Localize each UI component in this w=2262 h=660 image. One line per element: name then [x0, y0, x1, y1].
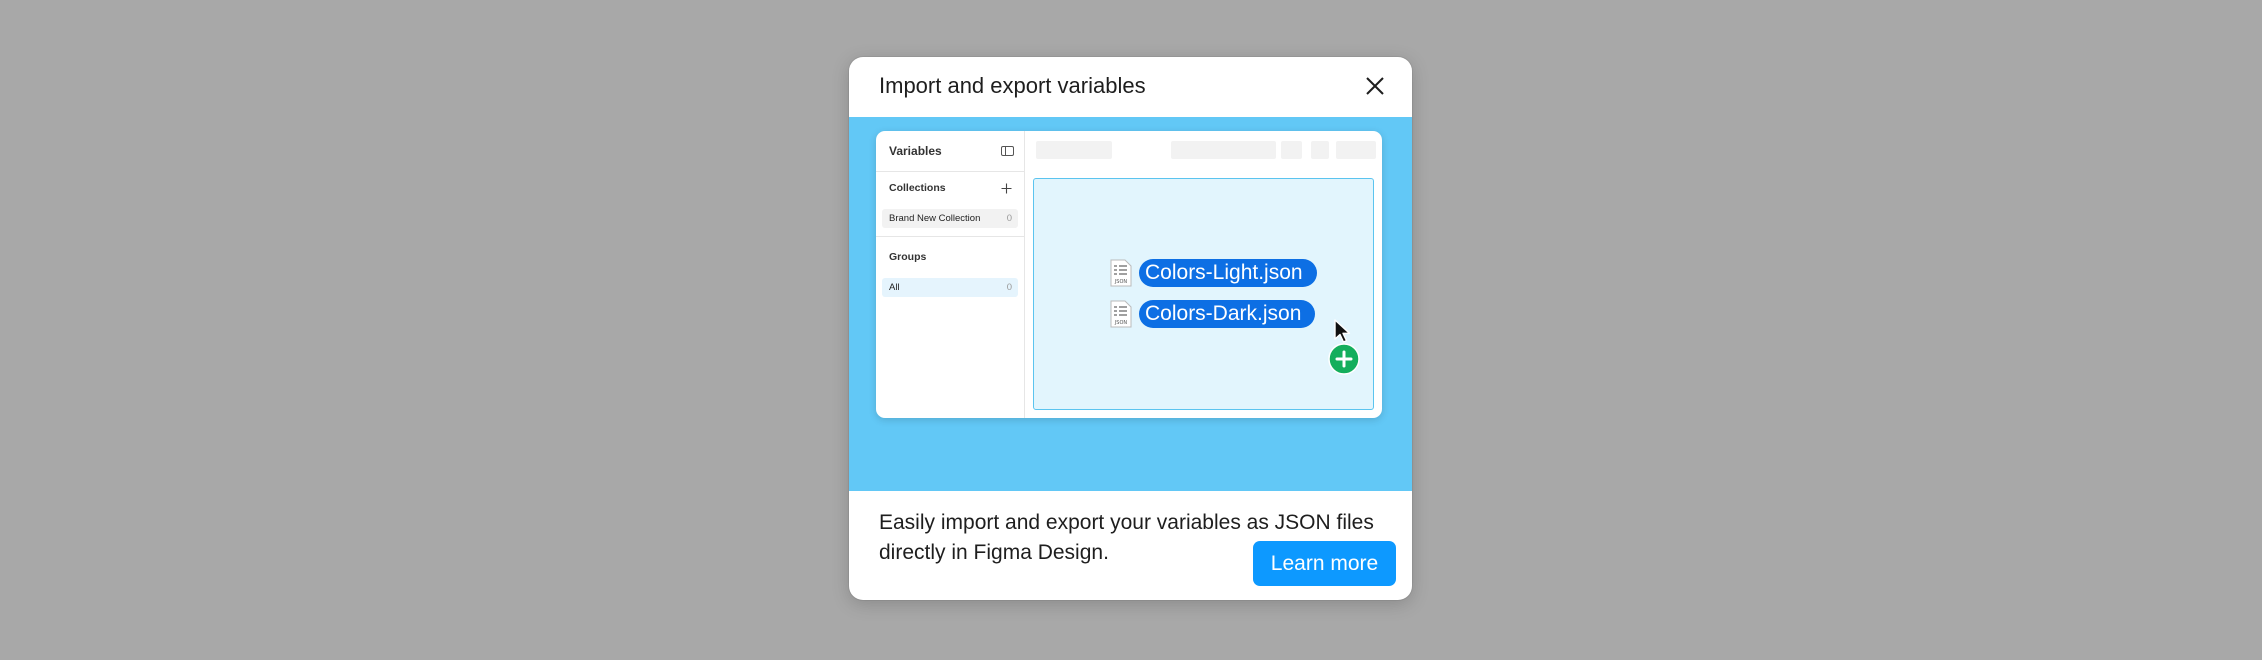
- mock-group-row: All 0: [882, 278, 1018, 297]
- mock-panel-title: Variables: [889, 144, 942, 158]
- import-export-dialog: Import and export variables Variables Co…: [849, 57, 1412, 600]
- drop-zone: JSON Colors-Light.json JSON Colors-Dark.…: [1033, 178, 1374, 410]
- mock-group-count: 0: [1006, 282, 1012, 293]
- file-type-label: JSON: [1114, 320, 1128, 326]
- file-chip-light: Colors-Light.json: [1139, 259, 1317, 287]
- mock-sidebar: Variables Collections Brand New Collecti…: [876, 131, 1025, 418]
- mock-sidebar-header: Variables: [876, 131, 1024, 172]
- mock-collection-name: Brand New Collection: [889, 213, 981, 224]
- sidebar-toggle-icon: [1001, 146, 1014, 156]
- placeholder-bar: [1281, 141, 1302, 159]
- plus-icon: [1001, 183, 1012, 194]
- mock-collection-count: 0: [1006, 213, 1012, 224]
- file-type-label: JSON: [1114, 279, 1128, 285]
- json-file-icon: JSON: [1110, 259, 1132, 287]
- placeholder-bar: [1171, 141, 1276, 159]
- cursor-arrow-icon: [1334, 319, 1351, 343]
- close-icon: [1366, 77, 1384, 95]
- mock-groups-label: Groups: [889, 251, 927, 263]
- json-file-icon: JSON: [1110, 300, 1132, 328]
- placeholder-bar: [1336, 141, 1376, 159]
- placeholder-bar: [1036, 141, 1112, 159]
- dialog-header: Import and export variables: [849, 57, 1412, 117]
- placeholder-bar: [1311, 141, 1329, 159]
- close-button[interactable]: [1360, 71, 1390, 101]
- add-plus-badge-icon: [1328, 343, 1360, 375]
- file-chip-dark: Colors-Dark.json: [1139, 300, 1316, 328]
- hero-illustration: Variables Collections Brand New Collecti…: [849, 117, 1412, 491]
- divider: [876, 236, 1024, 237]
- mock-collections-label: Collections: [889, 182, 946, 194]
- variables-window-mock: Variables Collections Brand New Collecti…: [876, 131, 1382, 418]
- dialog-title: Import and export variables: [879, 73, 1146, 98]
- mock-group-name: All: [889, 282, 900, 293]
- learn-more-button[interactable]: Learn more: [1253, 541, 1396, 586]
- mock-collection-row: Brand New Collection 0: [882, 209, 1018, 228]
